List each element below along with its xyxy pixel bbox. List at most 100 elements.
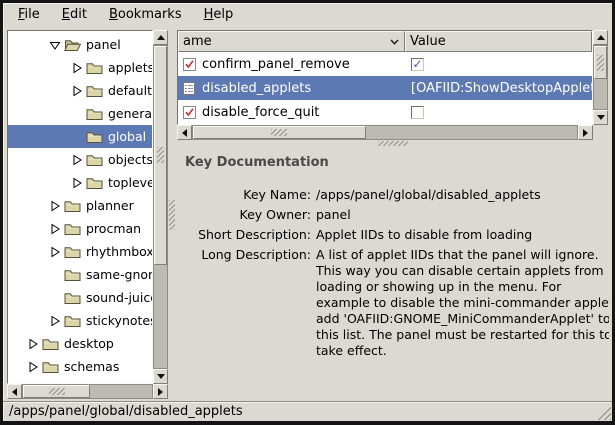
expander-right-icon <box>27 338 39 350</box>
menu-label: ookmarks <box>118 7 182 22</box>
expander-right-icon[interactable] <box>48 245 61 258</box>
table-horizontal-scrollbar[interactable] <box>177 125 593 140</box>
tree-scroll-down-button[interactable] <box>153 369 168 384</box>
tree-item-label: schemas <box>64 359 119 374</box>
menu-label: dit <box>70 7 87 22</box>
tree-hscroll-trough[interactable] <box>22 384 153 399</box>
doc-field-label: Short Description: <box>185 227 311 243</box>
menu-file[interactable]: File <box>7 4 51 26</box>
table-scroll-left-button[interactable] <box>177 125 192 140</box>
menu-bookmarks[interactable]: Bookmarks <box>98 4 193 26</box>
doc-field-value: /apps/panel/global/disabled_applets <box>316 187 609 203</box>
tree-item-sound-juicer[interactable]: sound-juicer <box>8 286 152 309</box>
tree-scroll-right-button[interactable] <box>153 384 168 399</box>
tree-item-label: general <box>108 106 152 121</box>
expander-right-icon[interactable] <box>26 337 39 350</box>
expander-right-icon[interactable] <box>26 360 39 373</box>
menu-help[interactable]: Help <box>193 4 245 26</box>
tree-item-panel[interactable]: panel <box>8 33 152 56</box>
key-pane: ame Value confirm_panel_remove✓disabled_… <box>177 30 609 399</box>
key-name-label: disabled_applets <box>202 81 311 96</box>
tree-item-global[interactable]: global <box>8 125 152 148</box>
table-hscroll-trough[interactable] <box>192 125 578 140</box>
thumb-grip-icon <box>49 388 65 395</box>
tree-item-label: global <box>108 129 146 144</box>
tree-item-toplevels[interactable]: toplevels <box>8 171 152 194</box>
list-key-icon <box>182 81 196 96</box>
expander-right-icon <box>49 200 61 212</box>
menu-label: elp <box>213 7 233 22</box>
tree-item-general[interactable]: general <box>8 102 152 125</box>
folder-icon <box>64 268 81 282</box>
tree-scroll-up-button[interactable] <box>153 30 168 45</box>
pane-splitter-vertical[interactable] <box>168 30 177 399</box>
expander-spacer <box>48 291 61 304</box>
tree-vertical-scrollbar[interactable] <box>153 30 168 384</box>
menu-mnemonic: E <box>62 7 70 22</box>
table-scroll-right-button[interactable] <box>578 125 593 140</box>
table-scroll-up-button[interactable] <box>593 30 608 45</box>
tree-item-label: desktop <box>64 336 114 351</box>
expander-right-icon[interactable] <box>70 176 83 189</box>
table-row-confirm_panel_remove[interactable]: confirm_panel_remove✓ <box>178 52 592 76</box>
expander-right-icon <box>71 177 83 189</box>
expander-down-icon[interactable] <box>48 38 61 51</box>
tree-scroll-left-button[interactable] <box>7 384 22 399</box>
column-header-name[interactable]: ame <box>178 31 405 52</box>
tree-item-same-gnome[interactable]: same-gnome <box>8 263 152 286</box>
column-header-value[interactable]: Value <box>405 31 592 52</box>
folder-icon <box>64 314 81 328</box>
tree-item-rhythmbox[interactable]: rhythmbox <box>8 240 152 263</box>
table-hscroll-thumb[interactable] <box>193 126 366 139</box>
pane-splitter-horizontal[interactable] <box>177 140 609 148</box>
tree-item-schemas[interactable]: schemas <box>8 355 152 378</box>
window-resize-grip-icon[interactable] <box>596 405 611 420</box>
expander-right-icon[interactable] <box>70 153 83 166</box>
table-scroll-down-button[interactable] <box>593 110 608 125</box>
tree-item-applets[interactable]: applets <box>8 56 152 79</box>
tree-item-stickynotes-[interactable]: stickynotes_ <box>8 309 152 332</box>
tree-item-default-se[interactable]: default_se <box>8 79 152 102</box>
value-checkbox-unchecked[interactable] <box>411 106 424 119</box>
expander-right-icon[interactable] <box>70 84 83 97</box>
expander-right-icon[interactable] <box>48 314 61 327</box>
list-key-icon <box>182 81 197 96</box>
expander-right-icon <box>49 223 61 235</box>
tree-item-desktop[interactable]: desktop <box>8 332 152 355</box>
expander-right-icon[interactable] <box>48 199 61 212</box>
table-row-disable_force_quit[interactable]: disable_force_quit <box>178 100 592 124</box>
tree-horizontal-scrollbar[interactable] <box>7 384 168 399</box>
table-vertical-scrollbar[interactable] <box>593 30 608 125</box>
table-vscroll-trough[interactable] <box>593 45 608 110</box>
table-row-disabled_applets[interactable]: disabled_applets[OAFIID:ShowDesktopApple… <box>178 76 592 100</box>
tree-item-objects[interactable]: objects <box>8 148 152 171</box>
menu-mnemonic: H <box>204 7 214 22</box>
tree-vscroll-trough[interactable] <box>153 45 168 369</box>
tree-item-label: stickynotes_ <box>86 313 152 328</box>
tree-vscroll-thumb[interactable] <box>154 46 167 265</box>
expander-right-icon[interactable] <box>48 222 61 235</box>
expander-right-icon <box>49 315 61 327</box>
column-header-name-label: ame <box>183 34 212 49</box>
sort-descending-icon <box>389 38 400 46</box>
tree-item-procman[interactable]: procman <box>8 217 152 240</box>
doc-field-label: Long Description: <box>185 247 311 359</box>
folder-icon <box>64 245 81 259</box>
folder-icon <box>64 268 81 282</box>
tree-item-planner[interactable]: planner <box>8 194 152 217</box>
tree-item-label: sound-juicer <box>86 290 152 305</box>
boolean-key-icon <box>182 57 197 72</box>
doc-field-label: Key Owner: <box>185 207 311 223</box>
folder-icon <box>42 337 59 351</box>
menu-edit[interactable]: Edit <box>51 4 98 26</box>
table-vscroll-thumb[interactable] <box>594 46 607 79</box>
value-checkbox-checked[interactable]: ✓ <box>411 58 424 71</box>
tree-item-label: same-gnome <box>86 267 152 282</box>
tree-item-label: panel <box>86 37 121 52</box>
expander-right-icon <box>71 154 83 166</box>
key-value-cell: ✓ <box>405 58 592 71</box>
tree-hscroll-thumb[interactable] <box>23 385 90 398</box>
expander-right-icon[interactable] <box>70 61 83 74</box>
arrow-left-icon <box>178 129 187 137</box>
folder-icon <box>64 314 81 328</box>
